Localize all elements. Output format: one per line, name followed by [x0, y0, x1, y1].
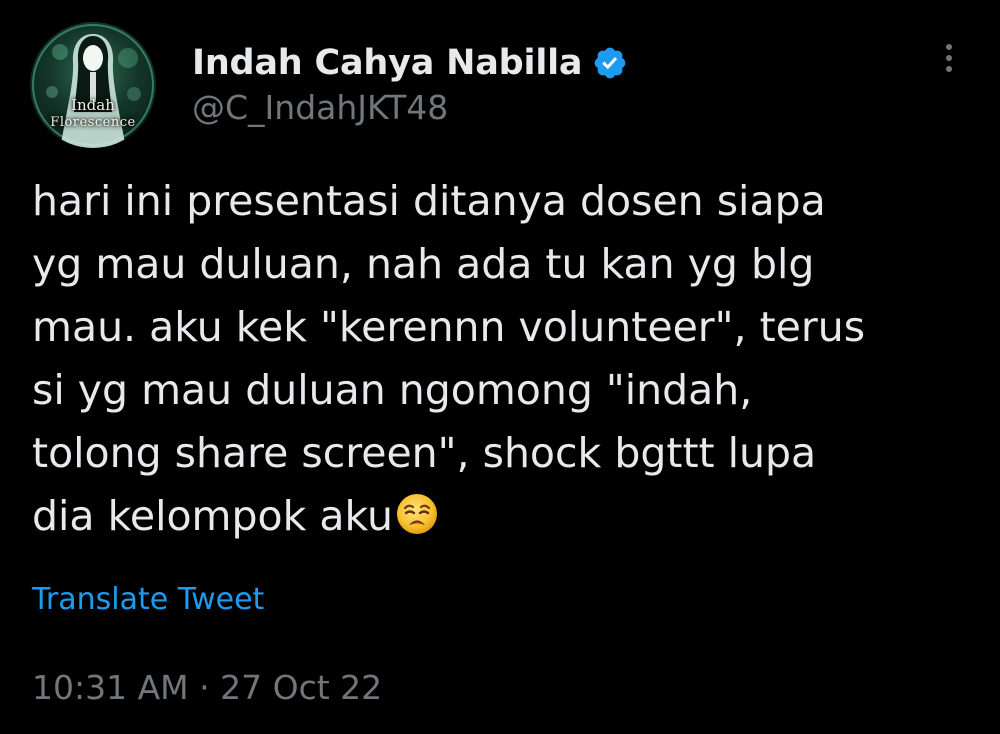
- handle[interactable]: @C_IndahJKT48: [192, 88, 448, 127]
- timestamp-separator: ·: [199, 668, 210, 707]
- tweet-line: mau. aku kek "kerennn volunteer", terus: [32, 303, 866, 351]
- display-name[interactable]: Indah Cahya Nabilla: [192, 43, 583, 83]
- tweet-line: hari ini presentasi ditanya dosen siapa: [32, 177, 826, 225]
- author-row: Indah Cahya Nabilla: [192, 38, 628, 88]
- weary-face-icon: [395, 491, 439, 535]
- tweet-line-text: dia kelompok aku: [32, 492, 393, 540]
- tweet-date: 27 Oct 22: [220, 668, 383, 707]
- avatar[interactable]: Indah Florescence: [30, 22, 156, 148]
- tweet-text: hari ini presentasi ditanya dosen siapa …: [32, 170, 972, 548]
- avatar-text-2: Florescence: [50, 115, 136, 130]
- tweet-time: 10:31 AM: [32, 668, 189, 707]
- tweet-line: si yg mau duluan ngomong "indah,: [32, 366, 753, 414]
- more-vertical-icon[interactable]: [934, 40, 964, 82]
- translate-tweet-link[interactable]: Translate Tweet: [32, 582, 264, 617]
- tweet-timestamp[interactable]: 10:31 AM · 27 Oct 22: [32, 668, 382, 707]
- avatar-text-1: Indah: [71, 96, 115, 114]
- tweet-line-last: dia kelompok aku: [32, 485, 972, 548]
- tweet-line: yg mau duluan, nah ada tu kan yg blg: [32, 240, 815, 288]
- tweet-line: tolong share screen", shock bgttt lupa: [32, 429, 817, 477]
- tweet-card: Indah Florescence Indah Cahya Nabilla @C…: [0, 0, 1000, 734]
- verified-badge-icon: [592, 45, 628, 81]
